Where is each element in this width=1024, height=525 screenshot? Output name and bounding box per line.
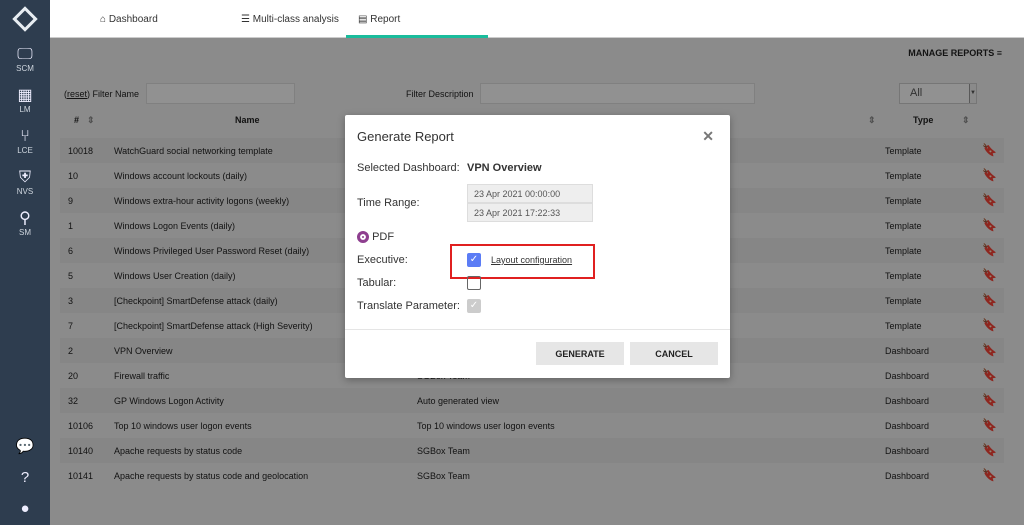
chat-icon[interactable]: 💬 [0, 437, 50, 455]
sidebar-item-scm[interactable]: 🖵 SCM [0, 46, 50, 73]
branch-icon: ⑂ [20, 128, 30, 145]
file-icon: ▤ [358, 14, 368, 25]
close-icon[interactable]: ✕ [702, 128, 714, 145]
pdf-radio[interactable]: PDF [357, 231, 395, 244]
selected-dashboard-value: VPN Overview [467, 162, 542, 174]
executive-label: Executive: [357, 254, 408, 266]
dialog-title: Generate Report [357, 129, 454, 144]
sidebar: 🖵 SCM ▦ LM ⑂ LCE ⛨ NVS ⚲ SM 💬 ? ● [0, 0, 50, 525]
sidebar-label: LCE [17, 146, 33, 155]
sidebar-item-lm[interactable]: ▦ LM [0, 87, 50, 114]
time-to-input[interactable]: 23 Apr 2021 17:22:33 [467, 203, 593, 222]
sidebar-label: SM [19, 228, 31, 237]
tab-bar: ⌂ Dashboard ☰ Multi-class analysis ▤ Rep… [50, 0, 1024, 38]
list-icon: ☰ [241, 14, 250, 25]
user-icon[interactable]: ● [0, 500, 50, 517]
sidebar-item-lce[interactable]: ⑂ LCE [0, 128, 50, 155]
search-icon: ⚲ [19, 210, 31, 227]
translate-parameter-label: Translate Parameter: [357, 300, 460, 312]
home-icon: ⌂ [100, 14, 107, 25]
radio-icon [357, 231, 369, 244]
tab-label: Multi-class analysis [252, 14, 339, 25]
generate-button[interactable]: GENERATE [536, 342, 624, 365]
help-icon[interactable]: ? [0, 469, 50, 486]
translate-parameter-checkbox[interactable]: ✓ [467, 299, 481, 313]
tab-report[interactable]: ▤ Report [346, 0, 488, 38]
time-from-input[interactable]: 23 Apr 2021 00:00:00 [467, 184, 593, 203]
pdf-label: PDF [372, 231, 395, 243]
tabular-label: Tabular: [357, 277, 397, 289]
tabular-checkbox[interactable] [467, 276, 481, 290]
sidebar-item-nvs[interactable]: ⛨ NVS [0, 169, 50, 196]
tab-label: Report [370, 14, 401, 25]
tab-multi-class-analysis[interactable]: ☰ Multi-class analysis [215, 0, 355, 38]
cancel-button[interactable]: CANCEL [630, 342, 718, 365]
logo-icon[interactable] [12, 6, 38, 32]
monitor-icon: 🖵 [17, 46, 33, 63]
tab-dashboard[interactable]: ⌂ Dashboard [74, 0, 224, 38]
layout-configuration-link[interactable]: Layout configuration [491, 255, 572, 265]
shield-icon: ⛨ [18, 169, 31, 186]
sidebar-item-sm[interactable]: ⚲ SM [0, 210, 50, 237]
archive-icon: ▦ [17, 87, 33, 104]
tab-label: Dashboard [108, 14, 158, 25]
dialog-footer [345, 329, 730, 330]
generate-report-dialog: Generate Report ✕ Selected Dashboard: VP… [345, 115, 730, 378]
sidebar-label: NVS [16, 187, 34, 196]
sidebar-label: LM [19, 105, 31, 114]
selected-dashboard-label: Selected Dashboard: [357, 162, 460, 174]
time-range-label: Time Range: [357, 197, 420, 209]
sidebar-label: SCM [16, 64, 34, 73]
